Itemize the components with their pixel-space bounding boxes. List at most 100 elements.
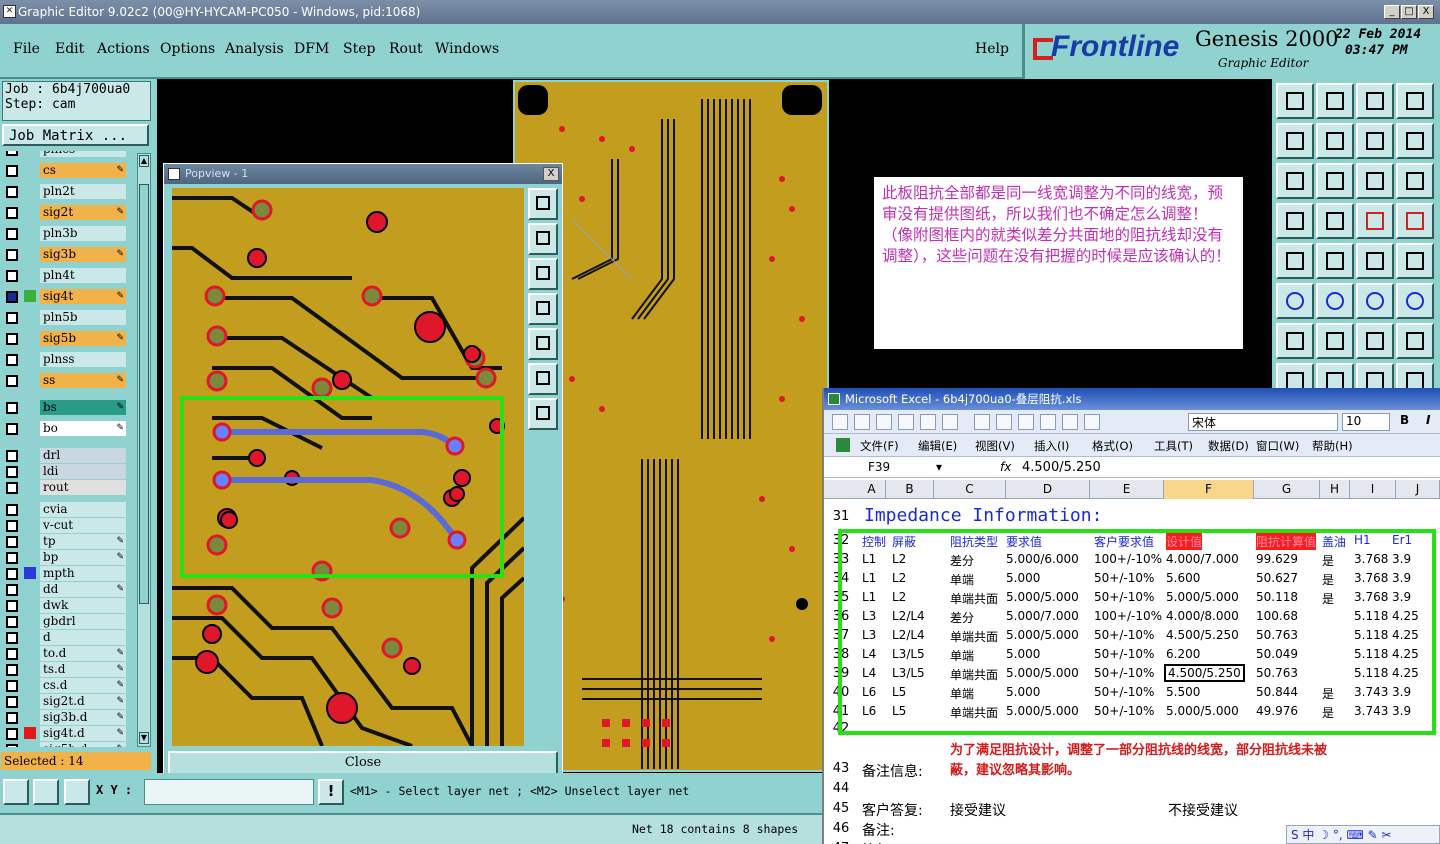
route2-icon[interactable]: [1396, 203, 1434, 239]
reject-option[interactable]: 不接受建议: [1168, 800, 1238, 820]
layer-name[interactable]: plnss: [40, 352, 126, 367]
layer-row[interactable]: sig3b ✎: [4, 247, 136, 262]
layer-name[interactable]: tp ✎: [40, 534, 126, 549]
column-header[interactable]: G: [1254, 480, 1320, 499]
layer-row[interactable]: pln4t: [4, 268, 136, 283]
layer-name[interactable]: d: [40, 630, 126, 645]
column-header[interactable]: E: [1090, 480, 1164, 499]
layer-checkbox[interactable]: [6, 312, 18, 324]
layer-row[interactable]: sig4t.d ✎: [4, 726, 136, 741]
save-icon[interactable]: [876, 414, 892, 430]
research-icon[interactable]: [996, 414, 1012, 430]
flip-icon[interactable]: [1356, 123, 1394, 159]
layer-name[interactable]: bp ✎: [40, 550, 126, 565]
layer-row[interactable]: plnss: [4, 352, 136, 367]
layer-name[interactable]: sig2t ✎: [40, 205, 126, 220]
menu-help[interactable]: Help: [975, 41, 1009, 57]
s-curve-icon[interactable]: [1396, 123, 1434, 159]
layer-row[interactable]: bp ✎: [4, 550, 136, 565]
layer-row[interactable]: cvia: [4, 502, 136, 517]
font-size-select[interactable]: 10: [1342, 413, 1390, 431]
layer-checkbox[interactable]: [6, 207, 18, 219]
layer-name[interactable]: sig3b.d ✎: [40, 710, 126, 725]
layer-checkbox[interactable]: [6, 632, 18, 644]
format-painter-icon[interactable]: [1084, 414, 1100, 430]
layer-checkbox[interactable]: [6, 291, 18, 303]
layer-checkbox[interactable]: [6, 616, 18, 628]
excel-menu-item[interactable]: 文件(F): [860, 438, 899, 454]
fit-icon[interactable]: [1276, 163, 1314, 199]
scroll-down-icon[interactable]: ▼: [139, 732, 149, 744]
edit-shape-icon[interactable]: [1316, 243, 1354, 279]
layer-name[interactable]: rout: [40, 480, 126, 495]
zoom-area-icon[interactable]: [3, 779, 29, 805]
arc-icon[interactable]: [1356, 323, 1394, 359]
excel-menu-item[interactable]: 帮助(H): [1312, 438, 1353, 454]
job-matrix-button[interactable]: Job Matrix ...: [2, 124, 149, 146]
layer-row[interactable]: gbdrl: [4, 614, 136, 629]
layer-row[interactable]: rout: [4, 480, 136, 495]
excel-menu-item[interactable]: 格式(O): [1092, 438, 1133, 454]
layer-row[interactable]: sig5b ✎: [4, 331, 136, 346]
layer-row[interactable]: d: [4, 630, 136, 645]
popview-close-button[interactable]: Close: [168, 751, 558, 775]
layer-name[interactable]: v-cut: [40, 518, 126, 533]
layer-name[interactable]: drl: [40, 448, 126, 463]
ruler-icon[interactable]: [1356, 243, 1394, 279]
column-header[interactable]: D: [1006, 480, 1090, 499]
menu-file[interactable]: File: [13, 41, 40, 57]
close-window-button[interactable]: X: [1418, 5, 1434, 19]
zoom-home-icon[interactable]: [528, 188, 558, 220]
help-icon[interactable]: [1396, 163, 1434, 199]
layer-name[interactable]: ss ✎: [40, 373, 126, 388]
layer-row[interactable]: dd ✎: [4, 582, 136, 597]
menu-step[interactable]: Step: [343, 41, 375, 57]
layer-checkbox[interactable]: [6, 520, 18, 532]
menu-dfm[interactable]: DFM: [294, 41, 329, 57]
menu-analysis[interactable]: Analysis: [225, 41, 284, 57]
layer-row[interactable]: sig5b.d✎: [4, 742, 136, 747]
ime-toolbar[interactable]: S 中 ☽ °, ⌨ ✎ ✂: [1286, 825, 1440, 844]
layer-checkbox[interactable]: [6, 402, 18, 414]
excel-menu-item[interactable]: 窗口(W): [1256, 438, 1299, 454]
layer-name[interactable]: sig4t ✎: [40, 289, 126, 304]
menu-actions[interactable]: Actions: [97, 41, 150, 57]
layer-row[interactable]: ts.d ✎: [4, 662, 136, 677]
scroll-up-icon[interactable]: ▲: [139, 155, 149, 167]
line-icon[interactable]: [1276, 323, 1314, 359]
layer-row[interactable]: to.d ✎: [4, 646, 136, 661]
popview-close-icon[interactable]: X: [543, 167, 559, 181]
layer-checkbox[interactable]: [6, 186, 18, 198]
maximize-button[interactable]: □: [1401, 5, 1417, 19]
text-icon[interactable]: [1396, 323, 1434, 359]
layer-name[interactable]: sig5b ✎: [40, 331, 126, 346]
row-number[interactable]: 31: [826, 509, 856, 524]
layer-checkbox[interactable]: [6, 482, 18, 494]
via-icon[interactable]: [1356, 283, 1394, 319]
layer-name[interactable]: mpth: [40, 566, 126, 581]
layer-down-icon[interactable]: [1316, 83, 1354, 119]
net-icon[interactable]: [1276, 283, 1314, 319]
pan-icon[interactable]: [1316, 163, 1354, 199]
layer-checkbox[interactable]: [6, 680, 18, 692]
layer-name[interactable]: cs.d ✎: [40, 678, 126, 693]
layer-checkbox[interactable]: [6, 354, 18, 366]
layer-name[interactable]: pln2t: [40, 184, 126, 199]
fill-icon[interactable]: [1276, 243, 1314, 279]
cut-icon[interactable]: [1018, 414, 1034, 430]
layer-row[interactable]: dwk: [4, 598, 136, 613]
row-number[interactable]: 46: [826, 821, 856, 836]
layer-row[interactable]: bo ✎: [4, 421, 136, 436]
layer-checkbox[interactable]: [6, 228, 18, 240]
column-header[interactable]: J: [1396, 480, 1440, 499]
layer-row[interactable]: pln2t: [4, 184, 136, 199]
layer-checkbox[interactable]: [6, 333, 18, 345]
layer-name[interactable]: pln5b: [40, 310, 126, 325]
layer-checkbox[interactable]: [6, 249, 18, 261]
column-header[interactable]: F: [1164, 480, 1254, 499]
row-number[interactable]: 45: [826, 801, 856, 816]
layer-row[interactable]: mpth: [4, 566, 136, 581]
layer-row[interactable]: bs ✎: [4, 400, 136, 415]
layer-name[interactable]: sig2t.d ✎: [40, 694, 126, 709]
layer-row[interactable]: pln5b: [4, 310, 136, 325]
